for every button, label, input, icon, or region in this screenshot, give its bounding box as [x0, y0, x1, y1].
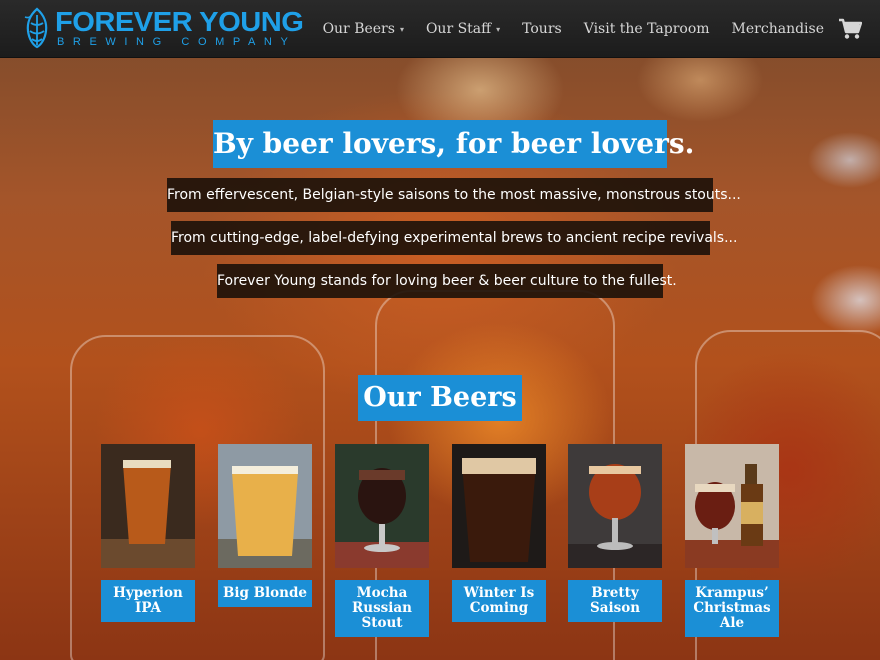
beer-card-big-blonde[interactable]: Big Blonde — [218, 444, 312, 607]
beer-card-bretty-saison[interactable]: Bretty Saison — [568, 444, 662, 622]
site-logo[interactable]: FOREVER YOUNG BREWING COMPANY — [22, 7, 304, 49]
nav-our-beers[interactable]: Our Beers ▾ — [323, 21, 404, 37]
brand-name: FOREVER YOUNG — [55, 6, 304, 37]
beer-name: Bretty Saison — [568, 580, 662, 622]
beer-card-mocha-russian-stout[interactable]: Mocha Russian Stout — [335, 444, 429, 637]
nav-merchandise[interactable]: Merchandise — [732, 21, 824, 37]
nav-label: Visit the Taproom — [583, 21, 710, 37]
main-nav: Our Beers ▾ Our Staff ▾ Tours Visit the Ta… — [301, 0, 862, 58]
beer-name: Krampus’ Christmas Ale — [685, 580, 779, 637]
nav-tours[interactable]: Tours — [522, 21, 562, 37]
beer-photo — [218, 444, 312, 568]
cart-icon[interactable] — [838, 18, 862, 40]
nav-label: Tours — [522, 21, 562, 37]
nav-label: Our Staff — [425, 21, 492, 37]
hero-headline: By beer lovers, for beer lovers. — [213, 120, 694, 168]
chevron-down-icon: ▾ — [399, 24, 404, 34]
nav-label: Our Beers — [322, 21, 395, 37]
hero-tagline: From cutting-edge, label-defying experim… — [171, 221, 737, 255]
nav-our-staff[interactable]: Our Staff ▾ — [426, 21, 500, 37]
beer-name: Mocha Russian Stout — [335, 580, 429, 637]
beer-card-krampus-christmas-ale[interactable]: Krampus’ Christmas Ale — [685, 444, 779, 637]
beer-name: Big Blonde — [218, 580, 312, 607]
brand-subtitle: BREWING COMPANY — [57, 36, 297, 48]
beer-photo — [452, 444, 546, 568]
beer-photo — [568, 444, 662, 568]
nav-visit-taproom[interactable]: Visit the Taproom — [584, 21, 710, 37]
our-beers-heading: Our Beers — [358, 375, 522, 421]
beer-photo — [335, 444, 429, 568]
beer-name: Hyperion IPA — [101, 580, 195, 622]
beer-card-hyperion-ipa[interactable]: Hyperion IPA — [101, 444, 195, 622]
beer-photo — [101, 444, 195, 568]
beer-photo — [685, 444, 779, 568]
chevron-down-icon: ▾ — [496, 24, 501, 34]
hero-tagline: Forever Young stands for loving beer & b… — [217, 264, 677, 298]
hop-icon — [24, 7, 48, 49]
beer-name: Winter Is Coming — [452, 580, 546, 622]
site-header: FOREVER YOUNG BREWING COMPANY Our Beers ▾… — [0, 0, 880, 58]
hero-tagline: From effervescent, Belgian-style saisons… — [167, 178, 741, 212]
nav-label: Merchandise — [731, 21, 824, 37]
beer-card-winter-is-coming[interactable]: Winter Is Coming — [452, 444, 546, 622]
